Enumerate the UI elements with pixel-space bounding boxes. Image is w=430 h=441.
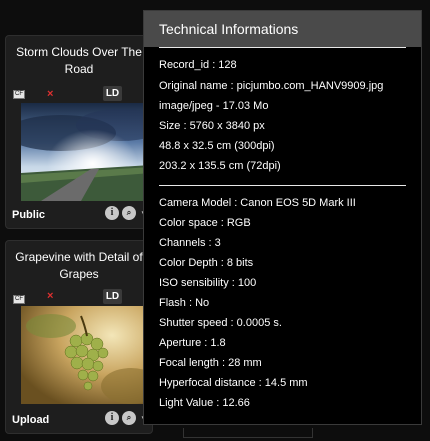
delete-x-icon[interactable]: × <box>47 291 53 302</box>
info-line: Shutter speed : 0.0005 s. <box>159 317 282 329</box>
info-line: Original name : picjumbo.com_HANV9909.jp… <box>159 80 384 92</box>
record-thumbnail[interactable] <box>21 103 151 201</box>
info-line: Channels : 3 <box>159 237 221 249</box>
info-line: image/jpeg - 17.03 Mo <box>159 100 269 112</box>
info-line: Size : 5760 x 3840 px <box>159 120 265 132</box>
record-title: Storm Clouds Over The Road <box>16 45 142 76</box>
technical-info-popover: Technical Informations Record_id : 128 O… <box>143 10 422 425</box>
record-title: Grapevine with Detail of Grapes <box>15 250 143 281</box>
record-status: Upload <box>12 414 50 426</box>
info-icon[interactable]: i <box>105 411 119 425</box>
zoom-icon[interactable]: ⌕ <box>122 411 136 425</box>
info-line: Color space : RGB <box>159 217 251 229</box>
info-line: Record_id : 128 <box>159 59 237 71</box>
partial-card <box>183 428 313 438</box>
divider <box>159 185 406 186</box>
record-card[interactable]: Storm Clouds Over The Road CF × LD Publi… <box>5 35 153 229</box>
zoom-icon[interactable]: ⌕ <box>122 206 136 220</box>
info-line: 203.2 x 135.5 cm (72dpi) <box>159 160 281 172</box>
info-icon[interactable]: i <box>105 206 119 220</box>
info-line: ISO sensibility : 100 <box>159 277 257 289</box>
camera-chip-icon: CF <box>13 295 25 304</box>
divider <box>159 47 406 48</box>
ld-badge[interactable]: LD <box>103 289 122 304</box>
record-status: Public <box>12 209 46 221</box>
info-line: Aperture : 1.8 <box>159 337 226 349</box>
info-line: Camera Model : Canon EOS 5D Mark III <box>159 197 356 209</box>
ld-badge[interactable]: LD <box>103 86 122 101</box>
info-line: Flash : No <box>159 297 210 309</box>
popover-title: Technical Informations <box>159 21 299 37</box>
info-line: Focal length : 28 mm <box>159 357 262 369</box>
info-line: Light Value : 12.66 <box>159 397 250 409</box>
popover-header: Technical Informations <box>144 11 421 47</box>
info-line: Hyperfocal distance : 14.5 mm <box>159 377 308 389</box>
delete-x-icon[interactable]: × <box>47 89 53 100</box>
record-card[interactable]: Grapevine with Detail of Grapes CF × LD <box>5 240 153 434</box>
record-thumbnail[interactable] <box>21 306 151 404</box>
camera-chip-icon: CF <box>13 90 25 99</box>
storm-clouds-road-image <box>21 103 151 201</box>
info-line: Color Depth : 8 bits <box>159 257 254 269</box>
grapevine-image <box>21 306 151 404</box>
info-line: 48.8 x 32.5 cm (300dpi) <box>159 140 275 152</box>
